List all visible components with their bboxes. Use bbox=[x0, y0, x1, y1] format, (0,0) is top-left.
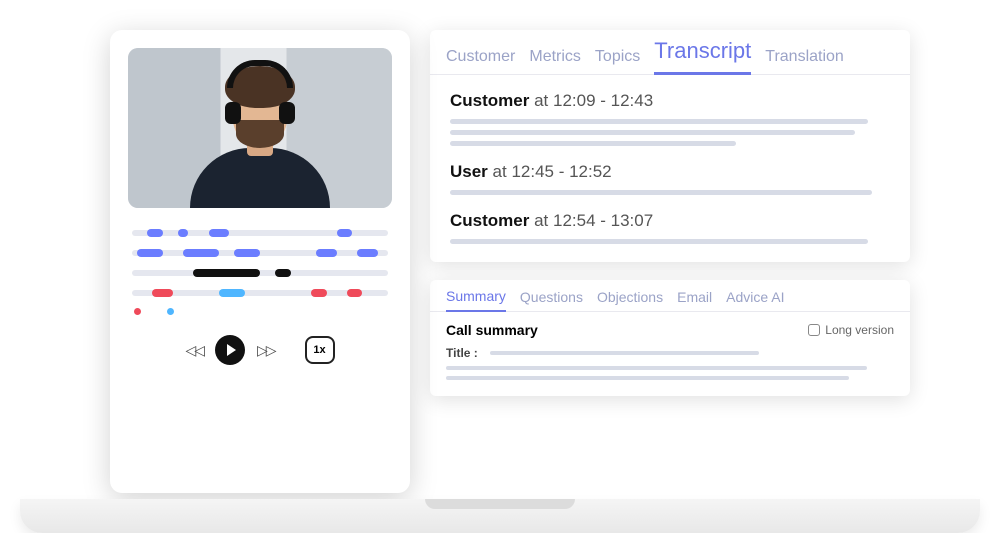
summary-text-line bbox=[446, 376, 849, 380]
transcript-text-line bbox=[450, 239, 868, 244]
tab-metrics[interactable]: Metrics bbox=[529, 48, 581, 74]
timeline-tracks[interactable] bbox=[128, 230, 392, 296]
timeline-track[interactable] bbox=[132, 290, 388, 296]
summary-text-line bbox=[446, 366, 867, 370]
transcript-speaker-time: Customer at 12:09 - 12:43 bbox=[450, 91, 890, 111]
forward-icon[interactable]: ▷▷ bbox=[257, 342, 275, 359]
playback-controls: ◁◁ ▷▷ 1x bbox=[128, 330, 392, 370]
video-player-card: ◁◁ ▷▷ 1x bbox=[110, 30, 410, 493]
video-thumbnail[interactable] bbox=[128, 48, 392, 208]
play-button[interactable] bbox=[215, 335, 245, 365]
tab-objections[interactable]: Objections bbox=[597, 289, 663, 311]
playback-speed-button[interactable]: 1x bbox=[305, 336, 335, 364]
summary-tabs: Summary Questions Objections Email Advic… bbox=[430, 280, 910, 312]
checkbox-icon bbox=[808, 324, 820, 336]
summary-panel: Summary Questions Objections Email Advic… bbox=[430, 280, 910, 396]
transcript-entry: User at 12:45 - 12:52 bbox=[450, 162, 890, 195]
long-version-label: Long version bbox=[825, 323, 894, 337]
transcript-speaker-time: Customer at 12:54 - 13:07 bbox=[450, 211, 890, 231]
tab-customer[interactable]: Customer bbox=[446, 48, 515, 74]
rewind-icon[interactable]: ◁◁ bbox=[185, 342, 203, 359]
tab-email[interactable]: Email bbox=[677, 289, 712, 311]
transcript-text-line bbox=[450, 130, 855, 135]
transcript-speaker-time: User at 12:45 - 12:52 bbox=[450, 162, 890, 182]
timeline-track[interactable] bbox=[132, 270, 388, 276]
transcript-entry: Customer at 12:54 - 13:07 bbox=[450, 211, 890, 244]
tab-advice-ai[interactable]: Advice AI bbox=[726, 289, 784, 311]
tab-translation[interactable]: Translation bbox=[765, 48, 844, 74]
transcript-text-line bbox=[450, 119, 868, 124]
transcript-tabs: Customer Metrics Topics Transcript Trans… bbox=[430, 30, 910, 75]
timeline-track[interactable] bbox=[132, 230, 388, 236]
transcript-panel: Customer Metrics Topics Transcript Trans… bbox=[430, 30, 910, 262]
tab-topics[interactable]: Topics bbox=[595, 48, 640, 74]
laptop-base bbox=[20, 499, 980, 533]
tab-transcript[interactable]: Transcript bbox=[654, 38, 751, 75]
summary-text-line bbox=[490, 351, 759, 355]
tab-questions[interactable]: Questions bbox=[520, 289, 583, 311]
transcript-list: Customer at 12:09 - 12:43 User at 12:45 … bbox=[430, 75, 910, 262]
transcript-entry: Customer at 12:09 - 12:43 bbox=[450, 91, 890, 146]
long-version-toggle[interactable]: Long version bbox=[808, 323, 894, 337]
summary-heading: Call summary bbox=[446, 322, 538, 338]
summary-title-label: Title : bbox=[446, 346, 478, 360]
transcript-text-line bbox=[450, 141, 736, 146]
timeline-track[interactable] bbox=[132, 250, 388, 256]
transcript-text-line bbox=[450, 190, 872, 195]
tab-summary[interactable]: Summary bbox=[446, 288, 506, 312]
track-legend bbox=[128, 306, 392, 316]
